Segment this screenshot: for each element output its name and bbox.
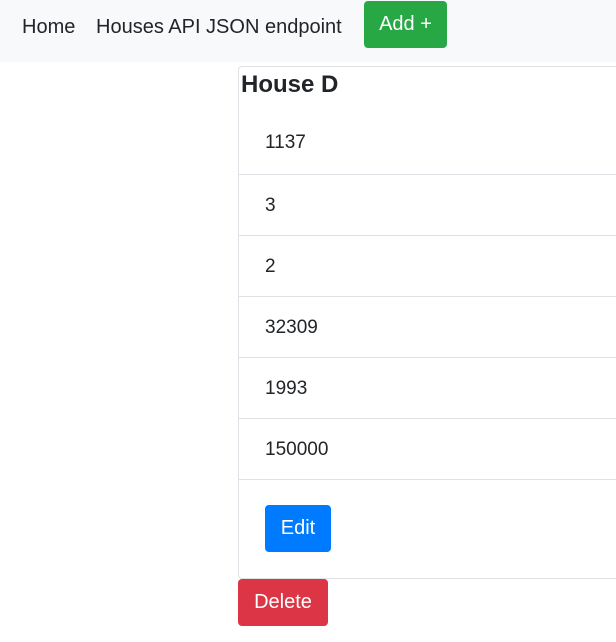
list-item: 32309	[239, 296, 616, 357]
nav-houses-api-link[interactable]: Houses API JSON endpoint	[96, 15, 342, 39]
nav-home-link[interactable]: Home	[22, 15, 75, 39]
house-field-value: 1993	[265, 378, 308, 399]
house-field-value: 150000	[265, 439, 329, 460]
card-footer: Edit	[239, 479, 616, 579]
list-item: 1137	[239, 118, 616, 174]
edit-button[interactable]: Edit	[265, 505, 331, 552]
house-field-value: 1137	[265, 132, 306, 153]
house-field-value: 3	[265, 195, 276, 216]
list-item: 150000	[239, 418, 616, 479]
list-item: 2	[239, 235, 616, 296]
house-card: House D 1137 3 2 32309 1993 150000 Edit	[238, 66, 616, 579]
house-details-list: 1137 3 2 32309 1993 150000	[239, 118, 616, 479]
add-button[interactable]: Add +	[364, 1, 447, 48]
house-field-value: 32309	[265, 317, 318, 338]
house-title: House D	[241, 71, 339, 98]
list-item: 3	[239, 174, 616, 235]
navbar: Home Houses API JSON endpoint Add +	[0, 0, 616, 62]
delete-button[interactable]: Delete	[238, 579, 328, 626]
list-item: 1993	[239, 357, 616, 418]
house-field-value: 2	[265, 256, 276, 277]
